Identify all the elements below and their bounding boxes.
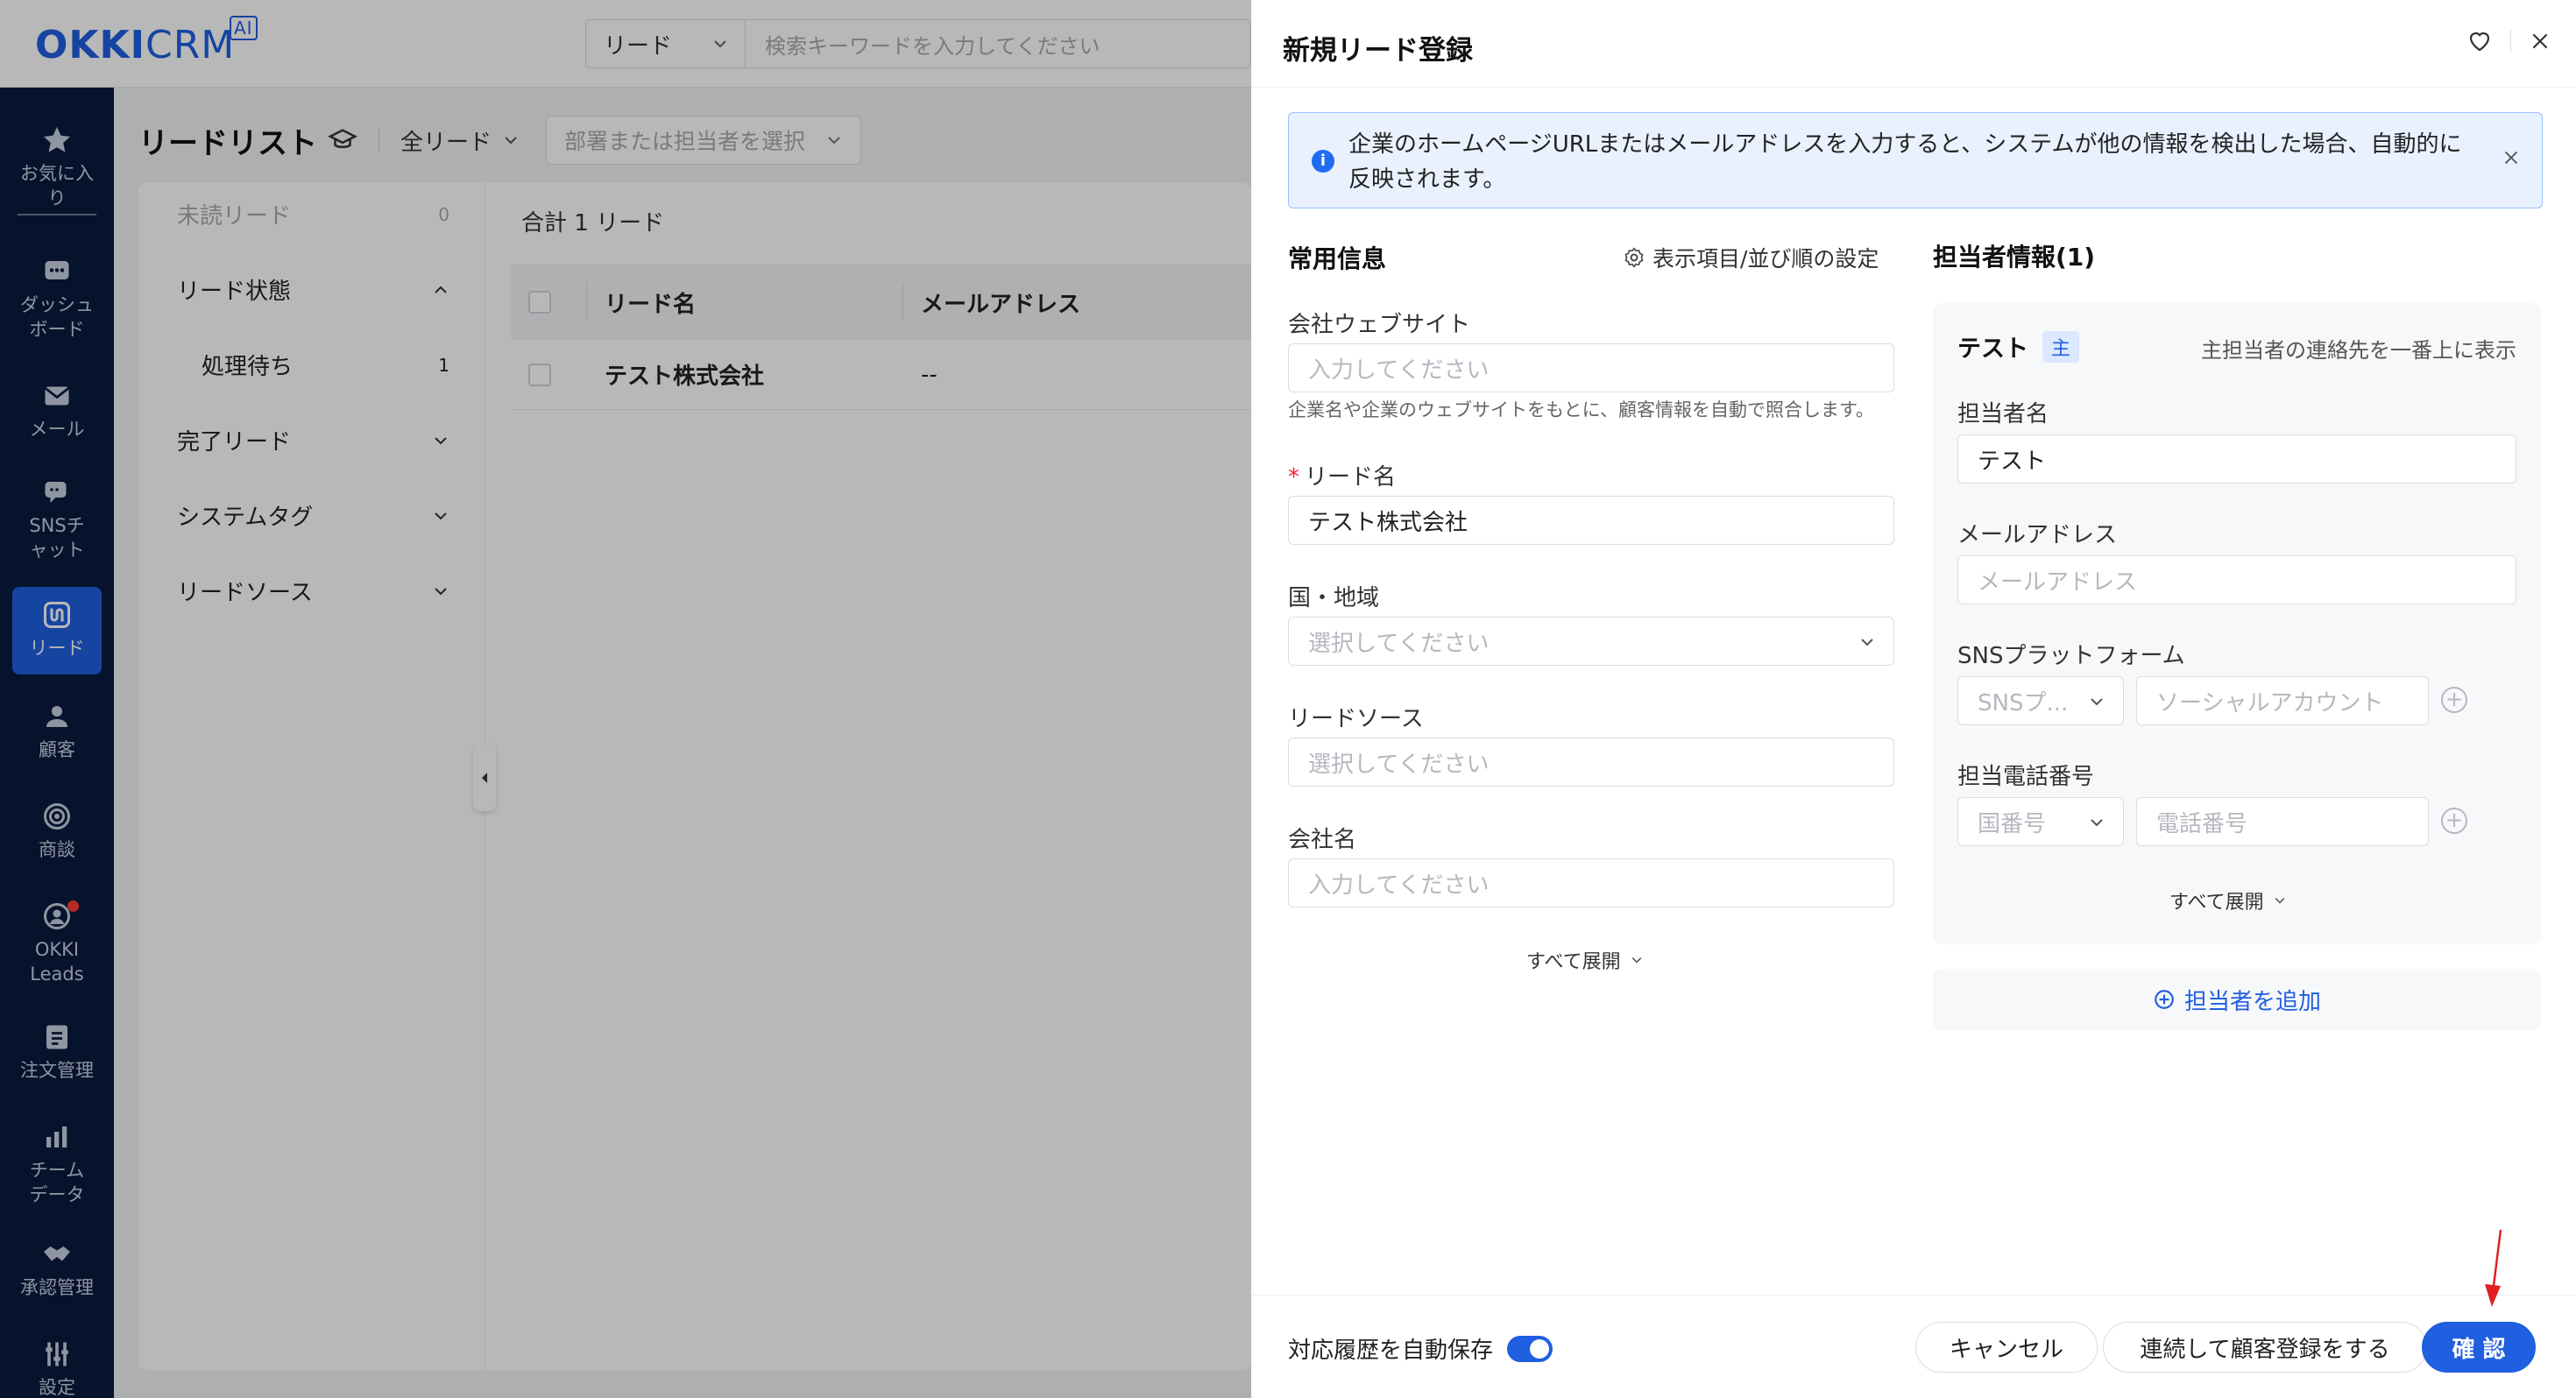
add-phone-icon[interactable]: +	[2441, 808, 2467, 834]
gear-icon	[1624, 247, 1644, 268]
heart-icon[interactable]	[2466, 28, 2493, 54]
field-settings-label: 表示項目/並び順の設定	[1652, 246, 1879, 272]
lead-name-value: テスト株式会社	[1308, 509, 1468, 536]
add-contact-label: 担当者を追加	[2183, 988, 2321, 1015]
primary-badge: 主	[2042, 330, 2080, 363]
lead-name-label-text: リード名	[1305, 464, 1397, 491]
drawer-header: 新規リード登録	[1251, 0, 2576, 88]
drawer-actions	[2466, 28, 2551, 54]
expand-all-common-button[interactable]: すべて展開	[1526, 946, 1644, 974]
lead-name-input[interactable]: テスト株式会社	[1288, 496, 1894, 545]
chevron-down-icon	[1631, 957, 1641, 964]
country-label: 国・地域	[1288, 585, 1380, 611]
country-code-select[interactable]: 国番号	[1957, 797, 2124, 846]
info-icon: i	[1312, 150, 1334, 173]
sns-account-input[interactable]: ソーシャルアカウント	[2136, 676, 2429, 725]
autosave-label: 対応履歴を自動保存	[1288, 1338, 1494, 1364]
annotation-arrow	[2485, 1229, 2502, 1307]
company-name-placeholder: 入力してください	[1308, 872, 1490, 899]
chevron-down-icon	[2091, 819, 2103, 827]
divider	[2510, 30, 2511, 53]
lead-source-label: リードソース	[1288, 706, 1424, 732]
phone-number-input[interactable]: 電話番号	[2136, 797, 2429, 846]
lead-source-select[interactable]: 選択してください	[1288, 738, 1894, 787]
confirm-button[interactable]: 確 認	[2422, 1322, 2536, 1373]
contact-phone-label: 担当電話番号	[1957, 764, 2095, 790]
plus-circle-icon	[2155, 990, 2174, 1009]
add-sns-icon[interactable]: +	[2441, 687, 2467, 713]
website-hint: 企業名や企業のウェブサイトをもとに、顧客情報を自動で照合します。	[1288, 399, 1874, 420]
contact-name-label: 担当者名	[1957, 401, 2049, 427]
contact-email-input[interactable]: メールアドレス	[1957, 555, 2516, 604]
drawer-footer: 対応履歴を自動保存 キャンセル 連続して顧客登録をする 確 認	[1251, 1295, 2576, 1398]
website-input[interactable]: 入力してください	[1288, 343, 1894, 392]
primary-contact-hint[interactable]: 主担当者の連絡先を一番上に表示	[2201, 333, 2516, 364]
chevron-down-icon	[1861, 639, 1873, 646]
drawer-title: 新規リード登録	[1283, 35, 1473, 67]
country-select[interactable]: 選択してください	[1288, 617, 1894, 666]
contact-card-name: テスト	[1957, 335, 2028, 363]
contacts-title: 担当者情報(1)	[1933, 243, 2096, 272]
sns-platform-placeholder: SNSプ...	[1978, 689, 2069, 717]
lead-name-label: * リード名	[1288, 459, 1396, 491]
chevron-down-icon	[2275, 898, 2284, 904]
modal-overlay[interactable]	[0, 0, 1251, 1398]
expand-all-label: すべて展開	[2169, 892, 2264, 914]
phone-number-placeholder: 電話番号	[2156, 810, 2248, 837]
website-placeholder: 入力してください	[1308, 357, 1490, 384]
company-name-label: 会社名	[1288, 827, 1357, 853]
chevron-down-icon	[2091, 698, 2103, 706]
website-label: 会社ウェブサイト	[1288, 312, 1471, 338]
sns-platform-select[interactable]: SNSプ...	[1957, 676, 2124, 725]
field-settings-button[interactable]: 表示項目/並び順の設定	[1623, 242, 1879, 273]
company-name-input[interactable]: 入力してください	[1288, 858, 1894, 907]
info-banner-text: 企業のホームページURLまたはメールアドレスを入力すると、システムが他の情報を検…	[1348, 131, 2462, 193]
new-lead-drawer: 新規リード登録 i 企業のホームページURLまたはメールアドレスを入力すると、シ…	[1251, 0, 2576, 1398]
sns-platform-label: SNSプラットフォーム	[1957, 643, 2185, 669]
contact-name-input[interactable]: テスト	[1957, 434, 2516, 484]
cancel-button[interactable]: キャンセル	[1915, 1322, 2098, 1373]
expand-all-contact-button[interactable]: すべて展開	[2169, 886, 2287, 914]
continue-register-button[interactable]: 連続して顧客登録をする	[2103, 1322, 2427, 1373]
contact-email-placeholder: メールアドレス	[1978, 568, 2138, 596]
required-mark: *	[1288, 464, 1299, 491]
autosave-setting: 対応履歴を自動保存	[1288, 1332, 1553, 1365]
country-placeholder: 選択してください	[1308, 630, 1490, 657]
sns-account-placeholder: ソーシャルアカウント	[2156, 689, 2384, 717]
country-code-placeholder: 国番号	[1978, 810, 2047, 837]
contact-card: テスト 主 主担当者の連絡先を一番上に表示 担当者名 テスト メールアドレス メ…	[1933, 303, 2541, 944]
contact-card-header: テスト 主	[1957, 329, 2080, 364]
common-info-title: 常用信息	[1288, 244, 1387, 273]
contact-email-label: メールアドレス	[1957, 522, 2118, 548]
info-banner: i 企業のホームページURLまたはメールアドレスを入力すると、システムが他の情報…	[1288, 112, 2543, 208]
close-icon[interactable]	[2502, 148, 2521, 167]
expand-all-label: すべて展開	[1526, 951, 1621, 973]
lead-source-placeholder: 選択してください	[1308, 751, 1490, 778]
contact-name-value: テスト	[1978, 448, 2047, 475]
close-icon[interactable]	[2529, 30, 2551, 53]
autosave-toggle[interactable]	[1507, 1335, 1553, 1362]
add-contact-button[interactable]: 担当者を追加	[1933, 969, 2541, 1030]
